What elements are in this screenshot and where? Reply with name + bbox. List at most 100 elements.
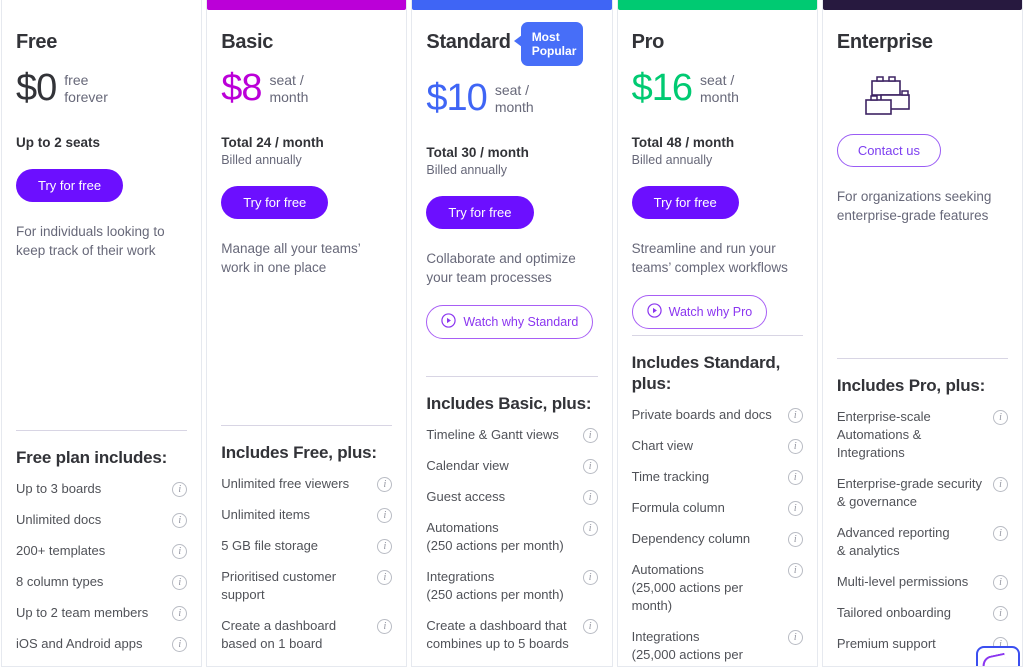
plan-name-row: Pro [632, 30, 803, 56]
feature-list-item: 200+ templates i [16, 542, 188, 560]
feature-list-item: Enterprise-grade security & governance i [837, 475, 1009, 511]
feature-list-item: Private boards and docs i [632, 406, 803, 424]
corner-popup-widget[interactable] [976, 646, 1021, 666]
feature-list: Enterprise-scale Automations & Integrati… [836, 408, 1009, 666]
plan-price-unit: seat / month [269, 72, 309, 105]
plan-description: For individuals looking to keep track of… [16, 224, 165, 258]
try-for-free-button[interactable]: Try for free [16, 169, 124, 202]
features-title: Includes Free, plus: [221, 443, 377, 462]
plan-name-row: Enterprise [837, 30, 1008, 56]
info-icon[interactable]: i [787, 630, 803, 645]
info-icon[interactable]: i [582, 428, 598, 443]
info-icon[interactable]: i [172, 637, 188, 652]
plan-accent-bar [207, 0, 407, 10]
flexible-spacer [16, 260, 187, 430]
info-icon[interactable]: i [377, 619, 393, 634]
info-icon[interactable]: i [377, 570, 393, 585]
watch-video-label: Watch why Pro [668, 305, 753, 319]
info-icon[interactable]: i [582, 521, 598, 536]
feature-label: Formula column [631, 500, 725, 515]
info-icon[interactable]: i [993, 477, 1009, 492]
info-icon[interactable]: i [993, 606, 1009, 621]
info-icon[interactable]: i [172, 544, 188, 559]
plan-cta-slot: Try for free [221, 186, 392, 219]
feature-list-item: Enterprise-scale Automations & Integrati… [836, 408, 1009, 462]
feature-label: Timeline & Gantt views [426, 427, 559, 442]
feature-label: Up to 2 team members [16, 605, 149, 620]
try-for-free-button[interactable]: Try for free [221, 186, 329, 219]
plan-cta-slot: Contact us [836, 134, 1008, 167]
info-icon[interactable]: i [172, 513, 188, 528]
feature-list-item: Automations (25,000 actions per month) i [632, 561, 803, 615]
info-icon[interactable]: i [582, 459, 598, 474]
info-icon[interactable]: i [787, 470, 803, 485]
info-icon[interactable]: i [172, 606, 188, 621]
section-divider [426, 376, 598, 377]
feature-label: Premium support [836, 636, 936, 651]
play-circle-icon [646, 303, 662, 321]
features-title: Free plan includes: [16, 448, 168, 467]
feature-label: 200+ templates [16, 543, 106, 558]
plan-card-standard: Standard Most Popular $10 seat / month Total… [411, 0, 613, 667]
feature-list-item: Guest access i [426, 488, 598, 506]
info-icon[interactable]: i [993, 575, 1009, 590]
feature-label: Create a dashboard based on 1 board [221, 618, 337, 651]
info-icon[interactable]: i [377, 539, 393, 554]
feature-list-item: Unlimited free viewers i [221, 475, 393, 493]
info-icon[interactable]: i [172, 482, 188, 497]
info-icon[interactable]: i [377, 508, 393, 523]
info-icon[interactable]: i [172, 575, 188, 590]
plan-price-amount: $0 [16, 67, 57, 109]
feature-label: Enterprise-scale Automations & Integrati… [836, 409, 931, 460]
info-icon[interactable]: i [787, 532, 803, 547]
feature-list: Unlimited free viewers i Unlimited items i 5… [221, 475, 393, 666]
feature-label: iOS and Android apps [16, 636, 143, 651]
watch-video-slot: Watch why Pro [631, 295, 803, 329]
plan-total-line: Total 24 / month [221, 135, 324, 150]
info-icon[interactable]: i [787, 439, 803, 454]
info-icon[interactable]: i [582, 570, 598, 585]
feature-label: Integrations (25,000 actions per month) [631, 629, 743, 666]
feature-list-item: Dependency column i [632, 530, 803, 548]
watch-video-button[interactable]: Watch why Standard [426, 305, 594, 339]
features-title: Includes Basic, plus: [426, 394, 592, 413]
feature-list: Private boards and docs i Chart view i Time … [631, 406, 803, 666]
feature-label: Unlimited items [221, 507, 311, 522]
info-icon[interactable]: i [993, 410, 1009, 425]
plan-price-unit: seat / month [494, 82, 534, 115]
plan-card-body: Standard Most Popular $10 seat / month Total… [412, 10, 611, 666]
flexible-spacer [426, 339, 597, 376]
try-for-free-button[interactable]: Try for free [426, 196, 534, 229]
plan-price-row: $10 seat / month [426, 78, 597, 122]
feature-list-item: Calendar view i [426, 457, 598, 475]
feature-label: Prioritised customer support [221, 569, 337, 602]
info-icon[interactable]: i [787, 501, 803, 516]
plan-price-unit: seat / month [700, 72, 739, 105]
feature-label: Dependency column [631, 531, 751, 546]
feature-list-item: Unlimited items i [221, 506, 393, 524]
info-icon[interactable]: i [993, 526, 1009, 541]
plan-billed-line: Billed annually [631, 153, 713, 167]
play-circle-icon [441, 313, 457, 331]
plan-card-body: Enterprise Contact us For organizations se… [823, 10, 1022, 666]
feature-label: 5 GB file storage [221, 538, 319, 553]
watch-video-button[interactable]: Watch why Pro [631, 295, 768, 329]
try-for-free-button[interactable]: Try for free [631, 186, 739, 219]
feature-label: Unlimited docs [16, 512, 102, 527]
info-icon[interactable]: i [582, 619, 598, 634]
info-icon[interactable]: i [787, 408, 803, 423]
section-divider [631, 335, 803, 336]
info-icon[interactable]: i [582, 490, 598, 505]
info-icon[interactable]: i [377, 477, 393, 492]
feature-label: Automations (25,000 actions per month) [631, 562, 743, 613]
info-icon[interactable]: i [787, 563, 803, 578]
feature-list-item: Time tracking i [632, 468, 803, 486]
blocks-icon [859, 70, 1008, 116]
plan-name-row: Free [16, 30, 187, 56]
plan-name: Pro [631, 31, 665, 53]
feature-list: Timeline & Gantt views i Calendar view i Gue… [426, 426, 598, 666]
contact-us-button[interactable]: Contact us [836, 134, 941, 167]
feature-list-item: Integrations (25,000 actions per month) i [631, 628, 803, 666]
plan-price-row: $8 seat / month [221, 68, 392, 112]
feature-label: 8 column types [16, 574, 104, 589]
